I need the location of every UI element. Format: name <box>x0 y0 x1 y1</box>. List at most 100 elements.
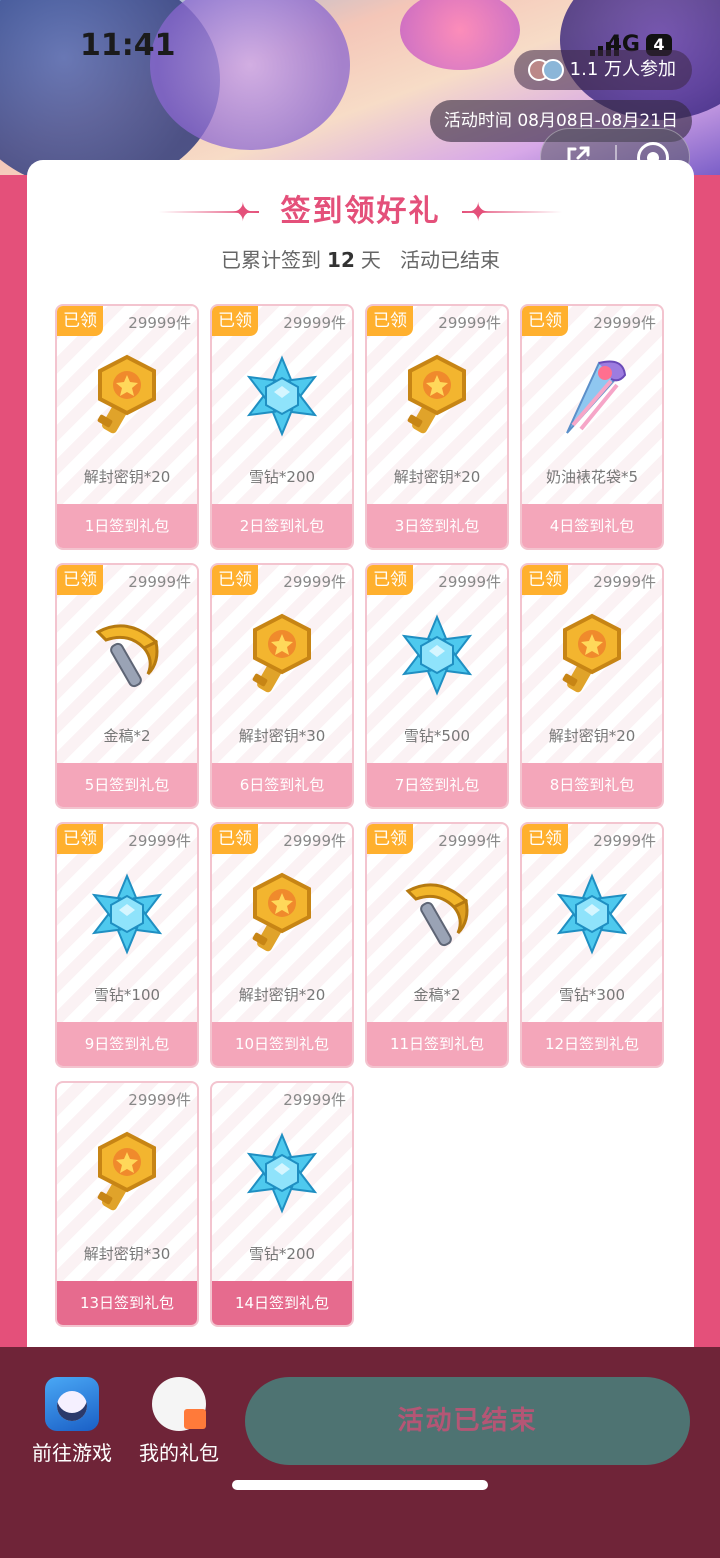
claimed-badge: 已领 <box>367 565 413 595</box>
participants-count: 1.1 万人参加 <box>569 59 676 80</box>
claimed-badge: 已领 <box>522 565 568 595</box>
gift-stock: 29999件 <box>283 1091 346 1109</box>
participants-pill: 1.1 万人参加 <box>513 50 692 90</box>
gift-day-label: 13日签到礼包 <box>57 1281 197 1325</box>
gift-item-name: 解封密钥*20 <box>548 727 636 745</box>
gift-item-name: 解封密钥*20 <box>238 986 326 1004</box>
gift-card[interactable]: 已领 29999件 解封密钥*30 6日签到礼包 <box>210 563 354 809</box>
gift-stock: 29999件 <box>593 314 656 332</box>
gift-day-label: 4日签到礼包 <box>522 504 662 548</box>
gift-item-name: 金稿*2 <box>413 986 461 1004</box>
snow-diamond-icon <box>522 864 662 964</box>
snow-diamond-icon <box>212 346 352 446</box>
claimed-badge: 已领 <box>57 824 103 854</box>
gift-day-label: 2日签到礼包 <box>212 504 352 548</box>
gift-day-label: 6日签到礼包 <box>212 763 352 807</box>
unseal-key-icon <box>367 346 507 446</box>
gift-item-name: 雪钻*200 <box>248 468 316 486</box>
gift-card[interactable]: 已领 29999件 解封密钥*20 10日签到礼包 <box>210 822 354 1068</box>
unseal-key-icon <box>212 864 352 964</box>
gift-day-label: 12日签到礼包 <box>522 1022 662 1066</box>
gift-card[interactable]: 已领 29999件 解封密钥*20 8日签到礼包 <box>520 563 664 809</box>
gift-day-label: 10日签到礼包 <box>212 1022 352 1066</box>
gift-item-name: 解封密钥*20 <box>393 468 481 486</box>
snow-diamond-icon <box>212 1123 352 1223</box>
gift-day-label: 3日签到礼包 <box>367 504 507 548</box>
gift-item-name: 解封密钥*20 <box>83 468 171 486</box>
gift-stock: 29999件 <box>128 1091 191 1109</box>
gift-day-label: 8日签到礼包 <box>522 763 662 807</box>
gift-item-name: 雪钻*200 <box>248 1245 316 1263</box>
gift-item-name: 雪钻*500 <box>403 727 471 745</box>
gift-card[interactable]: 已领 29999件 奶油裱花袋*5 4日签到礼包 <box>520 304 664 550</box>
avatar-stack <box>527 59 568 81</box>
gift-stock: 29999件 <box>128 573 191 591</box>
activity-status: 活动已结束 <box>399 248 500 272</box>
home-indicator <box>232 1480 488 1490</box>
gift-card[interactable]: 已领 29999件 解封密钥*20 1日签到礼包 <box>55 304 199 550</box>
claimed-badge: 已领 <box>522 306 568 336</box>
gift-card[interactable]: 29999件 雪钻*200 14日签到礼包 <box>210 1081 354 1327</box>
gift-day-label: 14日签到礼包 <box>212 1281 352 1325</box>
status-time: 11:41 <box>80 28 176 63</box>
claimed-badge: 已领 <box>57 306 103 336</box>
claimed-badge: 已领 <box>367 824 413 854</box>
page-title: 签到领好礼 <box>280 194 441 229</box>
gift-day-label: 7日签到礼包 <box>367 763 507 807</box>
gift-card[interactable]: 已领 29999件 金稿*2 5日签到礼包 <box>55 563 199 809</box>
snow-diamond-icon <box>367 605 507 705</box>
gift-card[interactable]: 29999件 解封密钥*30 13日签到礼包 <box>55 1081 199 1327</box>
gift-stock: 29999件 <box>438 573 501 591</box>
gift-item-name: 雪钻*300 <box>558 986 626 1004</box>
gift-stock: 29999件 <box>593 832 656 850</box>
signin-summary: 已累计签到 12 天 活动已结束 <box>221 248 500 272</box>
gift-card[interactable]: 已领 29999件 雪钻*500 7日签到礼包 <box>365 563 509 809</box>
sparkle-icon: ✦ <box>467 198 489 228</box>
gift-item-name: 解封密钥*30 <box>238 727 326 745</box>
gift-stock: 29999件 <box>283 314 346 332</box>
my-gifts-button[interactable]: 我的礼包 <box>134 1377 224 1466</box>
unseal-key-icon <box>522 605 662 705</box>
game-app-icon <box>45 1377 99 1431</box>
gift-box-icon <box>152 1377 206 1431</box>
gift-item-name: 雪钻*100 <box>93 986 161 1004</box>
unseal-key-icon <box>57 346 197 446</box>
gift-day-label: 5日签到礼包 <box>57 763 197 807</box>
go-game-button[interactable]: 前往游戏 <box>27 1377 117 1466</box>
gift-card[interactable]: 已领 29999件 雪钻*100 9日签到礼包 <box>55 822 199 1068</box>
gift-stock: 29999件 <box>283 573 346 591</box>
gift-stock: 29999件 <box>438 314 501 332</box>
gift-card[interactable]: 已领 29999件 雪钻*300 12日签到礼包 <box>520 822 664 1068</box>
claimed-badge: 已领 <box>212 565 258 595</box>
claimed-badge: 已领 <box>57 565 103 595</box>
gift-card[interactable]: 已领 29999件 解封密钥*20 3日签到礼包 <box>365 304 509 550</box>
gift-item-name: 解封密钥*30 <box>83 1245 171 1263</box>
gift-card[interactable]: 已领 29999件 雪钻*200 2日签到礼包 <box>210 304 354 550</box>
gift-item-name: 金稿*2 <box>103 727 151 745</box>
unseal-key-icon <box>212 605 352 705</box>
gift-stock: 29999件 <box>438 832 501 850</box>
unseal-key-icon <box>57 1123 197 1223</box>
claimed-badge: 已领 <box>367 306 413 336</box>
piping-bag-icon <box>522 346 662 446</box>
bottom-bar: 前往游戏 我的礼包 活动已结束 <box>0 1347 720 1558</box>
gold-pickaxe-icon <box>57 605 197 705</box>
activity-ended-button[interactable]: 活动已结束 <box>245 1377 690 1465</box>
gift-day-label: 9日签到礼包 <box>57 1022 197 1066</box>
gift-stock: 29999件 <box>283 832 346 850</box>
signin-card: ✦ 签到领好礼 ✦ 已累计签到 12 天 活动已结束 已领 29999件 解封密钥*2… <box>27 160 694 1360</box>
signin-days: 12 <box>327 248 355 272</box>
gift-stock: 29999件 <box>128 832 191 850</box>
claimed-badge: 已领 <box>522 824 568 854</box>
gift-card[interactable]: 已领 29999件 金稿*2 11日签到礼包 <box>365 822 509 1068</box>
claimed-badge: 已领 <box>212 824 258 854</box>
sparkle-icon: ✦ <box>232 198 254 228</box>
gift-day-label: 11日签到礼包 <box>367 1022 507 1066</box>
gold-pickaxe-icon <box>367 864 507 964</box>
snow-diamond-icon <box>57 864 197 964</box>
gift-day-label: 1日签到礼包 <box>57 504 197 548</box>
claimed-badge: 已领 <box>212 306 258 336</box>
gift-stock: 29999件 <box>593 573 656 591</box>
gift-item-name: 奶油裱花袋*5 <box>545 468 639 486</box>
gift-stock: 29999件 <box>128 314 191 332</box>
